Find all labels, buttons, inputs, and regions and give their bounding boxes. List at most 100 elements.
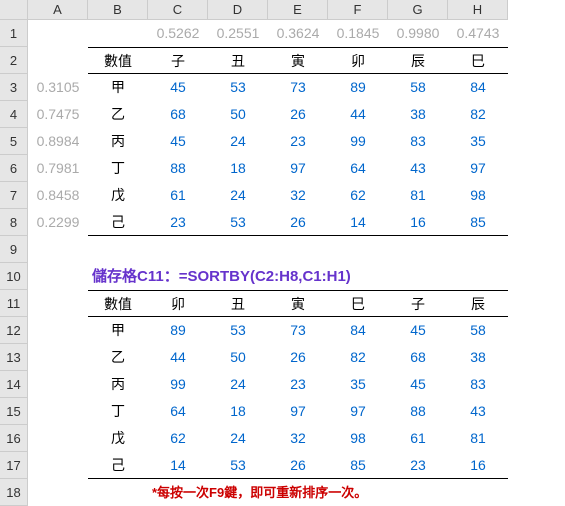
cell[interactable] [28,425,88,452]
cell[interactable]: 0.8458 [28,182,88,209]
cell[interactable]: 98 [448,182,508,209]
cell[interactable]: 0.7981 [28,155,88,182]
table-col-header[interactable]: 巳 [328,290,388,317]
table-col-header[interactable]: 巳 [448,47,508,74]
row-header[interactable]: 7 [0,182,28,209]
cell[interactable]: 0.1845 [328,20,388,47]
row-header[interactable]: 18 [0,479,28,506]
cell[interactable]: 24 [208,371,268,398]
row-header[interactable]: 14 [0,371,28,398]
col-header[interactable]: E [268,0,328,20]
row-header[interactable]: 15 [0,398,28,425]
row-header[interactable]: 9 [0,236,28,263]
cell[interactable]: 62 [328,182,388,209]
cell[interactable]: 0.3105 [28,74,88,101]
table-row-label[interactable]: 己 [88,209,148,236]
cell[interactable]: 26 [268,452,328,479]
cell[interactable]: 68 [148,101,208,128]
cell[interactable]: 61 [148,182,208,209]
cell[interactable]: 18 [208,398,268,425]
cell[interactable]: 44 [328,101,388,128]
cell[interactable] [28,20,88,47]
cell[interactable]: 83 [448,371,508,398]
table-row-label[interactable]: 丁 [88,398,148,425]
cell[interactable]: 14 [148,452,208,479]
cell[interactable]: 35 [448,128,508,155]
row-header[interactable]: 6 [0,155,28,182]
cell[interactable]: 81 [388,182,448,209]
cell[interactable]: 0.2299 [28,209,88,236]
cell[interactable]: 38 [388,101,448,128]
cell[interactable]: 89 [148,317,208,344]
cell[interactable]: 18 [208,155,268,182]
table-row-label[interactable]: 丁 [88,155,148,182]
cell[interactable]: 0.8984 [28,128,88,155]
cell[interactable]: 0.9980 [388,20,448,47]
row-header[interactable]: 12 [0,317,28,344]
cell[interactable]: 14 [328,209,388,236]
row-header[interactable]: 3 [0,74,28,101]
footer-note[interactable]: *每按一次F9鍵，即可重新排序一次。 [148,479,508,506]
cell[interactable]: 88 [388,398,448,425]
cell[interactable]: 53 [208,74,268,101]
cell[interactable]: 23 [148,209,208,236]
cell[interactable]: 16 [448,452,508,479]
table-col-header[interactable]: 辰 [448,290,508,317]
cell[interactable]: 99 [328,128,388,155]
cell[interactable]: 53 [208,452,268,479]
cell[interactable]: 24 [208,182,268,209]
cell[interactable]: 35 [328,371,388,398]
cell[interactable]: 38 [448,344,508,371]
table-col-header[interactable]: 卯 [328,47,388,74]
cell[interactable]: 45 [388,317,448,344]
row-header[interactable]: 17 [0,452,28,479]
table-col-header[interactable]: 寅 [268,47,328,74]
cell[interactable]: 43 [388,155,448,182]
cell[interactable]: 24 [208,128,268,155]
cell[interactable]: 23 [268,128,328,155]
table-row-label[interactable]: 戊 [88,425,148,452]
cell[interactable] [28,479,88,506]
table-col-header[interactable]: 寅 [268,290,328,317]
cell[interactable]: 97 [328,398,388,425]
cell[interactable]: 45 [388,371,448,398]
cell[interactable]: 97 [268,155,328,182]
row-header[interactable]: 5 [0,128,28,155]
cell[interactable]: 58 [448,317,508,344]
cell[interactable]: 82 [448,101,508,128]
cell[interactable]: 73 [268,74,328,101]
cell[interactable]: 73 [268,317,328,344]
cell[interactable]: 26 [268,344,328,371]
cell[interactable] [28,263,88,290]
cell[interactable]: 50 [208,344,268,371]
table-col-header[interactable]: 丑 [208,290,268,317]
table-col-header[interactable]: 辰 [388,47,448,74]
cell[interactable]: 0.3624 [268,20,328,47]
table-row-label[interactable]: 戊 [88,182,148,209]
cell[interactable]: 88 [148,155,208,182]
cell[interactable]: 62 [148,425,208,452]
cell[interactable]: 83 [388,128,448,155]
cell[interactable]: 64 [328,155,388,182]
cell[interactable] [28,344,88,371]
cell[interactable]: 32 [268,425,328,452]
cell[interactable]: 53 [208,209,268,236]
cell[interactable]: 85 [328,452,388,479]
cell[interactable]: 45 [148,128,208,155]
cell[interactable]: 84 [328,317,388,344]
row-header[interactable]: 8 [0,209,28,236]
table-row-label[interactable]: 乙 [88,101,148,128]
cell[interactable] [28,290,88,317]
col-header[interactable]: B [88,0,148,20]
cell[interactable]: 45 [148,74,208,101]
col-header[interactable]: A [28,0,88,20]
formula-text[interactable]: 儲存格C11：=SORTBY(C2:H8,C1:H1) [88,263,508,290]
col-header[interactable]: G [388,0,448,20]
row-header[interactable]: 16 [0,425,28,452]
cell[interactable]: 16 [388,209,448,236]
row-header[interactable]: 10 [0,263,28,290]
row-header[interactable]: 4 [0,101,28,128]
cell[interactable] [28,452,88,479]
cell[interactable]: 97 [448,155,508,182]
col-header[interactable]: C [148,0,208,20]
